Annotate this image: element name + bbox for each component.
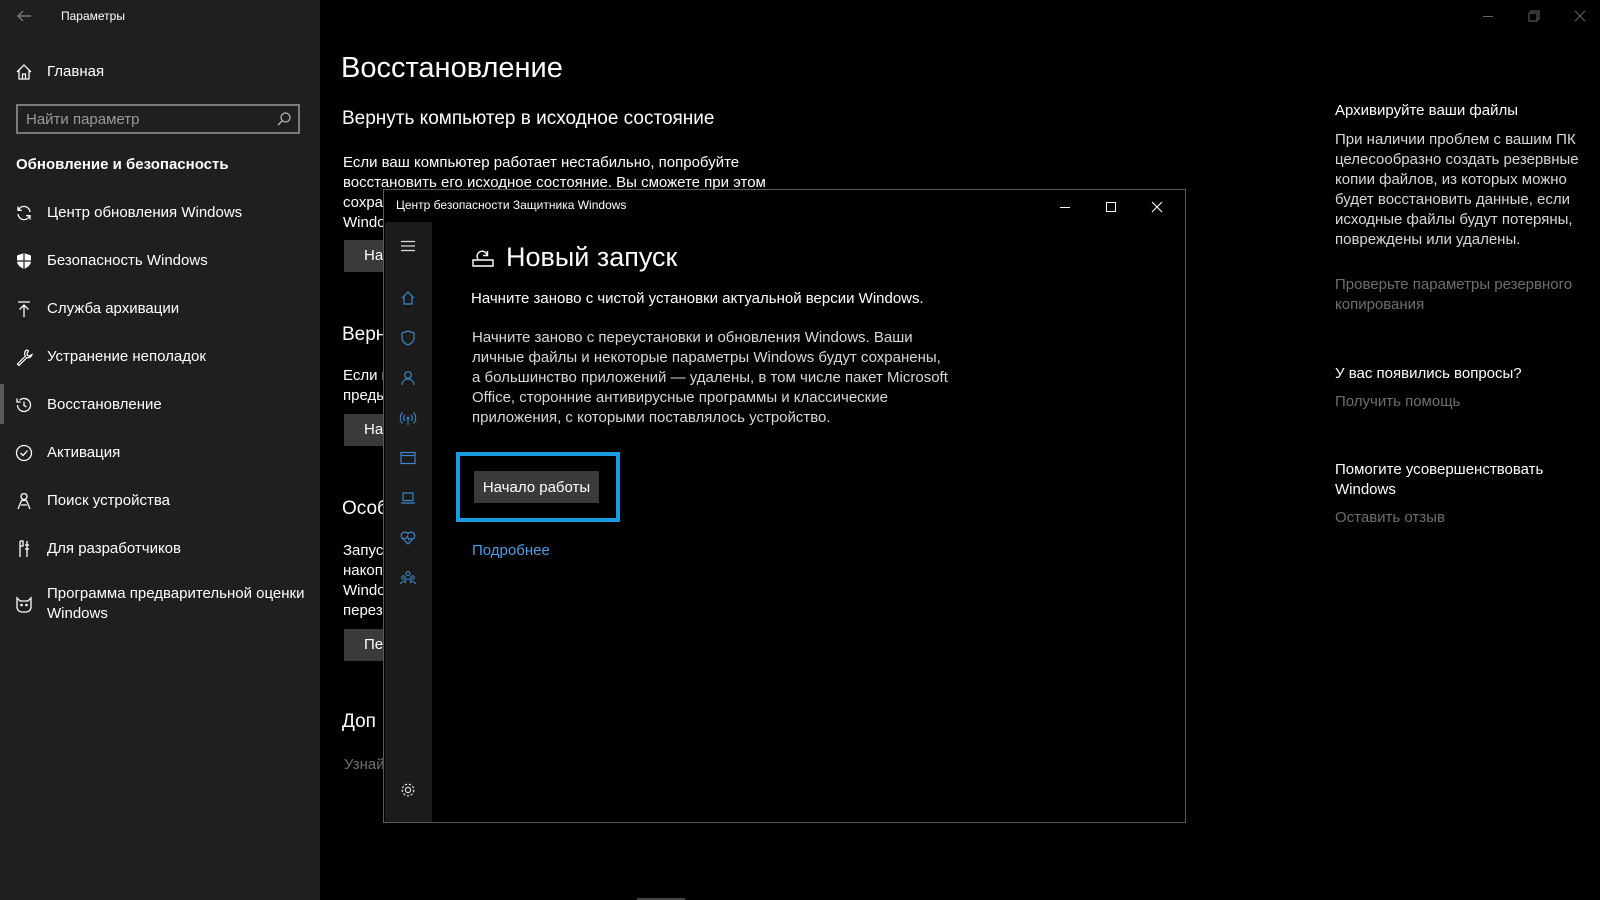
wireless-icon[interactable]: [398, 408, 418, 428]
advanced-text-line: Windo: [343, 582, 386, 599]
sidebar-item-backup[interactable]: Служба архивации: [0, 289, 320, 329]
sidebar-item-label: Центр обновления Windows: [47, 204, 243, 221]
check-circle-icon: [15, 444, 33, 462]
sidebar-item-developers[interactable]: Для разработчиков: [0, 529, 320, 569]
search-icon[interactable]: [276, 111, 292, 127]
minimize-icon[interactable]: [1477, 5, 1499, 27]
sidebar-item-label: Для разработчиков: [47, 540, 181, 557]
sidebar-item-label: Устранение неполадок: [47, 348, 206, 365]
wrench-icon: [16, 349, 33, 367]
reset-text-line: Если ваш компьютер работает нестабильно,…: [343, 154, 740, 171]
sidebar-item-label: Программа предварительной оценки Windows: [47, 585, 305, 622]
sidebar-item-label: Главная: [47, 63, 105, 80]
advanced-text-line: Запус: [343, 542, 384, 559]
search-box[interactable]: [16, 104, 300, 134]
settings-sidebar: Параметры Главная Обновление и безопасно…: [0, 0, 320, 900]
section-title: Обновление и безопасность: [16, 156, 229, 173]
browser-icon[interactable]: [398, 448, 418, 468]
dialog-heading: Новый запуск: [470, 242, 677, 273]
window-title: Параметры: [61, 9, 125, 23]
gear-icon[interactable]: [398, 780, 418, 800]
hamburger-menu-icon[interactable]: [398, 236, 418, 256]
sidebar-item-label: Служба архивации: [47, 300, 180, 317]
family-icon[interactable]: [398, 568, 418, 588]
sidebar-item-windows-security[interactable]: Безопасность Windows: [0, 241, 320, 281]
maximize-icon[interactable]: [1100, 196, 1122, 218]
dialog-title: Центр безопасности Защитника Windows: [396, 198, 627, 212]
sidebar-item-troubleshoot[interactable]: Устранение неполадок: [0, 337, 320, 377]
upload-arrow-icon: [18, 301, 30, 317]
get-help-link[interactable]: Получить помощь: [1335, 392, 1585, 412]
home-icon[interactable]: [398, 288, 418, 308]
refresh-icon: [17, 205, 31, 221]
go-back-text-line: преды: [343, 387, 388, 404]
home-icon: [16, 64, 32, 80]
sidebar-item-label: Восстановление: [47, 396, 162, 413]
reset-heading: Вернуть компьютер в исходное состояние: [342, 108, 715, 129]
sidebar-item-label: Безопасность Windows: [47, 252, 208, 269]
page-title: Восстановление: [341, 52, 563, 84]
dialog-nav-rail: [385, 222, 432, 822]
laptop-icon[interactable]: [398, 488, 418, 508]
questions-heading: У вас появились вопросы?: [1335, 365, 1522, 382]
dialog-subtitle: Начните заново с чистой установки актуал…: [471, 290, 924, 307]
learn-more-link[interactable]: Подробнее: [472, 542, 550, 559]
history-icon: [16, 397, 32, 413]
highlight-box: Начало работы: [456, 452, 620, 522]
dialog-paragraph: Начните заново с переустановки и обновле…: [472, 329, 948, 426]
reset-text-line: Windo: [343, 214, 386, 231]
sidebar-item-find-device[interactable]: Поиск устройства: [0, 481, 320, 521]
search-input[interactable]: [26, 109, 266, 129]
security-center-window: Центр безопасности Защитника Windows Нов…: [383, 189, 1186, 823]
person-icon[interactable]: [398, 368, 418, 388]
sidebar-item-home[interactable]: Главная: [0, 52, 320, 92]
sidebar-item-insider[interactable]: Программа предварительной оценки Windows: [0, 576, 320, 632]
restore-icon[interactable]: [1523, 5, 1545, 27]
person-location-icon: [17, 492, 31, 510]
shield-icon[interactable]: [398, 328, 418, 348]
sidebar-item-label: Поиск устройства: [47, 492, 171, 509]
advanced-text-line: перез: [343, 602, 383, 619]
advanced-text-line: накоп: [343, 562, 383, 579]
insider-cat-icon: [16, 596, 32, 613]
dialog-heading-text: Новый запуск: [506, 242, 678, 272]
more-options-heading: Доп: [342, 711, 376, 732]
developer-tools-icon: [19, 540, 29, 557]
feedback-heading: Помогите усовершенствовать Windows: [1335, 461, 1544, 498]
reset-text-line: сохра: [343, 194, 384, 211]
go-back-heading: Верн: [342, 324, 387, 345]
back-arrow-icon[interactable]: [14, 6, 34, 26]
advanced-startup-heading: Особ: [342, 498, 388, 519]
backup-heading: Архивируйте ваши файлы: [1335, 102, 1518, 119]
close-icon[interactable]: [1146, 196, 1168, 218]
sidebar-item-windows-update[interactable]: Центр обновления Windows: [0, 193, 320, 233]
close-icon[interactable]: [1569, 5, 1591, 27]
learn-link[interactable]: Узнай: [344, 756, 385, 773]
sidebar-item-label: Активация: [47, 444, 121, 461]
feedback-link[interactable]: Оставить отзыв: [1335, 508, 1585, 528]
minimize-icon[interactable]: [1054, 196, 1076, 218]
heart-icon[interactable]: [398, 528, 418, 548]
shield-icon: [17, 253, 31, 269]
fresh-start-icon: [472, 250, 494, 267]
backup-settings-link[interactable]: Проверьте параметры резервного копирован…: [1335, 275, 1585, 315]
backup-text: При наличии проблем с вашим ПК целесообр…: [1335, 131, 1579, 248]
get-started-button[interactable]: Начало работы: [474, 471, 599, 503]
sidebar-item-recovery[interactable]: Восстановление: [0, 385, 320, 425]
sidebar-item-activation[interactable]: Активация: [0, 433, 320, 473]
